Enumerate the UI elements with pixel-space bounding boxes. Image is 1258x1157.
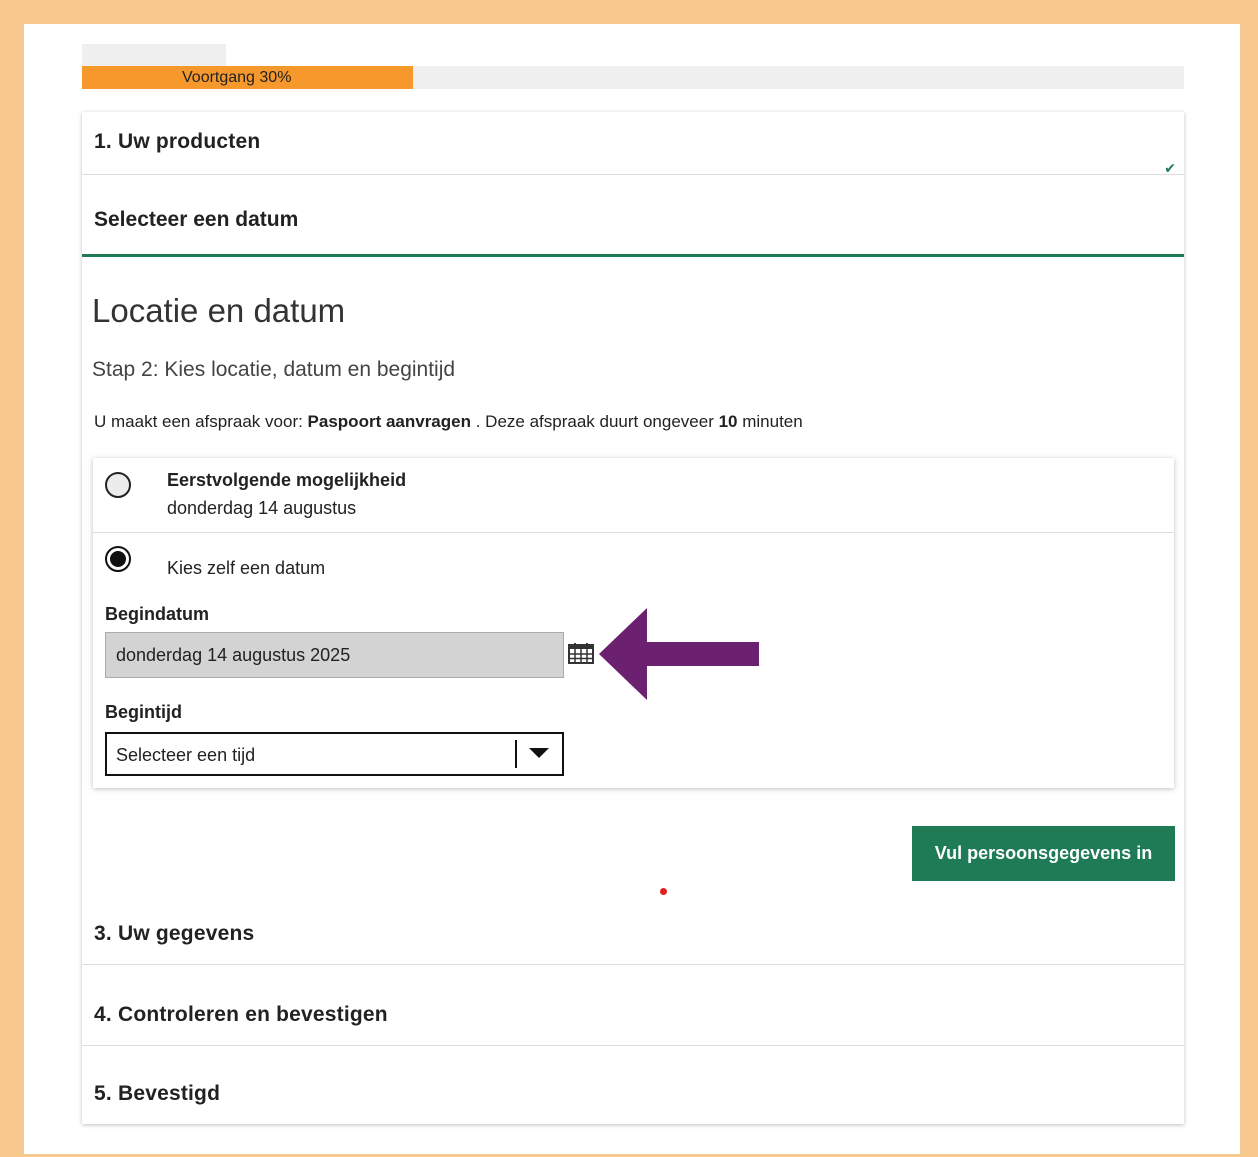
select-separator bbox=[515, 740, 517, 768]
page-title: Locatie en datum bbox=[92, 292, 346, 329]
intro-middle: . Deze afspraak duurt ongeveer bbox=[471, 412, 719, 431]
first-available-date: donderdag 14 augustus bbox=[167, 498, 357, 518]
appointment-intro: U maakt een afspraak voor: Paspoort aanv… bbox=[94, 412, 803, 432]
step-3-header[interactable]: 3. Uw gegevens bbox=[82, 900, 1184, 965]
progress-stub bbox=[82, 44, 226, 66]
radio-first-available[interactable] bbox=[105, 472, 131, 498]
intro-suffix: minuten bbox=[737, 412, 803, 431]
start-date-input[interactable] bbox=[105, 632, 564, 678]
intro-prefix: U maakt een afspraak voor: bbox=[94, 412, 308, 431]
first-available-label[interactable]: Eerstvolgende mogelijkheid bbox=[167, 470, 406, 491]
start-date-label: Begindatum bbox=[105, 604, 210, 624]
radio-choose-date[interactable] bbox=[105, 546, 131, 572]
start-time-value: Selecteer een tijd bbox=[116, 745, 256, 765]
step-1-title: 1. Uw producten bbox=[94, 130, 261, 153]
step-5-header[interactable]: 5. Bevestigd bbox=[82, 1046, 1184, 1124]
start-time-label: Begintijd bbox=[105, 702, 182, 722]
step-2-title: Selecteer een datum bbox=[94, 208, 299, 231]
progress-bar: Voortgang 30% bbox=[82, 66, 1184, 89]
next-step-button[interactable]: Vul persoonsgegevens in bbox=[912, 826, 1175, 881]
chevron-down-icon[interactable] bbox=[529, 748, 549, 758]
intro-product: Paspoort aanvragen bbox=[307, 412, 471, 431]
intro-duration: 10 bbox=[718, 412, 738, 431]
step-2-header: Selecteer een datum bbox=[82, 174, 1184, 257]
step-1-header[interactable]: 1. Uw producten ✔ bbox=[82, 112, 1184, 176]
step-subtitle: Stap 2: Kies locatie, datum en begintijd bbox=[92, 358, 456, 381]
annotation-arrow-icon bbox=[599, 608, 759, 700]
start-time-select[interactable]: Selecteer een tijd bbox=[105, 732, 564, 776]
choose-date-label[interactable]: Kies zelf een datum bbox=[167, 558, 325, 579]
step-4-title: 4. Controleren en bevestigen bbox=[94, 1003, 388, 1026]
option-divider bbox=[93, 532, 1174, 533]
cursor-dot bbox=[660, 888, 667, 895]
calendar-icon[interactable] bbox=[568, 642, 594, 664]
progress-label: Voortgang 30% bbox=[182, 69, 292, 86]
step-4-header[interactable]: 4. Controleren en bevestigen bbox=[82, 965, 1184, 1046]
step-5-title: 5. Bevestigd bbox=[94, 1082, 221, 1105]
step-3-title: 3. Uw gegevens bbox=[94, 922, 255, 945]
